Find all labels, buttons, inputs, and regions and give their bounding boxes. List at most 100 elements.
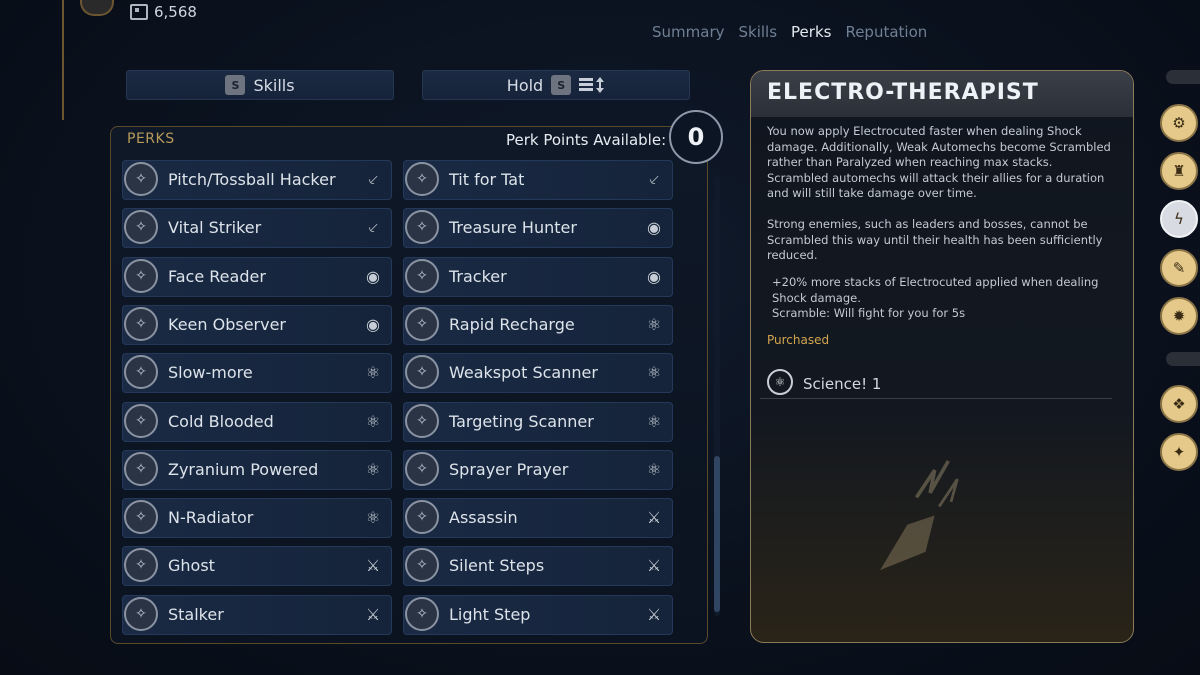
perk-item[interactable]: ✧ Rapid Recharge ⚛ xyxy=(403,304,673,345)
perk-item[interactable]: ✧ Ghost ⚔ xyxy=(122,546,392,587)
sneak-icon: ⚔ xyxy=(646,508,662,528)
tab-perks[interactable]: Perks xyxy=(791,23,831,41)
key-hint-s: S xyxy=(225,75,246,95)
face-icon: ✧ xyxy=(124,258,158,293)
stalker-icon: ✧ xyxy=(124,596,158,631)
perk-item[interactable]: ✧ Sprayer Prayer ⚛ xyxy=(403,449,673,490)
perk-name: N-Radiator xyxy=(168,508,254,528)
hack-icon: ✧ xyxy=(124,162,158,196)
skills-button-label: Skills xyxy=(253,75,295,95)
tab-bar: Summary Skills Perks Reputation xyxy=(652,23,927,41)
slow-icon: ✧ xyxy=(124,355,158,390)
eye-icon: ◉ xyxy=(366,314,380,334)
rail-gear-icon[interactable]: ✹ xyxy=(1160,297,1198,335)
rail-book-icon[interactable]: ❖ xyxy=(1160,385,1198,423)
target-icon: ✧ xyxy=(405,403,439,438)
atom-icon: ⚛ xyxy=(365,459,381,479)
perk-item[interactable]: ✧ Vital Striker ⸔ xyxy=(122,208,392,249)
perk-name: Assassin xyxy=(449,508,518,528)
eye-icon: ◉ xyxy=(647,266,661,286)
eye-icon: ◉ xyxy=(647,218,661,238)
hold-sort-button[interactable]: Hold S xyxy=(422,70,690,100)
eye-icon: ◉ xyxy=(366,266,380,286)
perk-item[interactable]: ✧ Slow-more ⚛ xyxy=(122,353,392,394)
skills-button[interactable]: S Skills xyxy=(126,70,394,100)
chest-icon: ✧ xyxy=(405,210,439,245)
atom-icon: ⚛ xyxy=(365,411,381,431)
perk-item[interactable]: ✧ Targeting Scanner ⚛ xyxy=(403,401,673,442)
atom-icon: ⚛ xyxy=(646,411,662,431)
currency-icon xyxy=(130,4,148,20)
perk-item[interactable]: ✧ Cold Blooded ⚛ xyxy=(122,401,392,442)
perk-item[interactable]: ✧ Light Step ⚔ xyxy=(403,594,673,635)
compass-icon: ✧ xyxy=(124,306,158,341)
rail-tool-icon[interactable]: ✎ xyxy=(1160,249,1198,287)
perk-item[interactable]: ✧ Pitch/Tossball Hacker ⸔ xyxy=(122,160,392,200)
perk-item[interactable]: ✧ Stalker ⚔ xyxy=(122,594,392,635)
strike-icon: ✧ xyxy=(124,210,158,245)
rail-electro-icon[interactable]: ϟ xyxy=(1160,200,1198,238)
perk-name: Ghost xyxy=(168,556,215,576)
perk-points-counter: 0 xyxy=(669,110,723,164)
cold-icon: ✧ xyxy=(124,403,158,438)
currency-display: 6,568 xyxy=(130,3,197,21)
ghost-icon: ✧ xyxy=(124,548,158,583)
perk-name: Cold Blooded xyxy=(168,411,274,431)
scrollbar-thumb[interactable] xyxy=(714,456,720,612)
steps-icon: ✧ xyxy=(405,548,439,583)
purchase-status: Purchased xyxy=(767,333,830,347)
tab-skills[interactable]: Skills xyxy=(739,23,778,41)
perk-name: Pitch/Tossball Hacker xyxy=(168,170,336,189)
atom-icon: ⚛ xyxy=(365,508,381,528)
perks-header: PERKS xyxy=(127,131,175,147)
perk-item[interactable]: ✧ Face Reader ◉ xyxy=(122,256,392,297)
atom-icon: ⚛ xyxy=(646,314,662,334)
sort-icon xyxy=(579,77,605,93)
detail-description: You now apply Electrocuted faster when d… xyxy=(767,124,1111,200)
perk-item[interactable]: ✧ Zyranium Powered ⚛ xyxy=(122,449,392,490)
perk-name: Light Step xyxy=(449,604,531,624)
tit-icon: ✧ xyxy=(405,162,439,196)
rail-ornament xyxy=(1166,70,1200,84)
rail-robot-icon[interactable]: ⚙ xyxy=(1160,104,1198,142)
sprayer-icon: ✧ xyxy=(405,451,439,486)
rail-automech-icon[interactable]: ♜ xyxy=(1160,152,1198,190)
perk-item[interactable]: ✧ Tracker ◉ xyxy=(403,256,673,297)
radiator-icon: ✧ xyxy=(124,500,158,535)
perk-points-label: Perk Points Available: xyxy=(506,131,667,149)
perk-name: Stalker xyxy=(168,604,224,624)
perk-name: Slow-more xyxy=(168,363,253,383)
perk-name: Vital Striker xyxy=(168,218,262,238)
perk-name: Targeting Scanner xyxy=(449,411,594,431)
perk-item[interactable]: ✧ Assassin ⚔ xyxy=(403,498,673,539)
tab-reputation[interactable]: Reputation xyxy=(845,23,927,41)
perk-name: Silent Steps xyxy=(449,556,545,576)
sneak-icon: ⚔ xyxy=(365,604,381,624)
perk-name: Face Reader xyxy=(168,266,266,286)
perk-art-icon xyxy=(880,460,959,571)
perk-item[interactable]: ✧ Tit for Tat ⸔ xyxy=(403,160,673,200)
perk-item[interactable]: ✧ Silent Steps ⚔ xyxy=(403,546,673,587)
key-hint-s: S xyxy=(551,75,572,95)
scythe-icon: ⸔ xyxy=(647,170,660,189)
science-icon: ⚛ xyxy=(767,369,793,395)
detail-stats: +20% more stacks of Electrocuted applied… xyxy=(772,275,1099,320)
atom-icon: ⚛ xyxy=(646,459,662,479)
perk-item[interactable]: ✧ Weakspot Scanner ⚛ xyxy=(403,353,673,394)
rail-runner-icon[interactable]: ✦ xyxy=(1160,433,1198,471)
perk-name: Rapid Recharge xyxy=(449,314,575,334)
frame-ornament xyxy=(80,0,114,16)
requirement-text: Science! 1 xyxy=(803,375,882,393)
perk-item[interactable]: ✧ Treasure Hunter ◉ xyxy=(403,208,673,249)
frame-ornament xyxy=(62,0,64,120)
perk-item[interactable]: ✧ Keen Observer ◉ xyxy=(122,304,392,345)
perk-item[interactable]: ✧ N-Radiator ⚛ xyxy=(122,498,392,539)
tab-summary[interactable]: Summary xyxy=(652,23,725,41)
lightstep-icon: ✧ xyxy=(405,596,439,631)
sneak-icon: ⚔ xyxy=(646,556,662,576)
scythe-icon: ⸔ xyxy=(366,170,379,189)
scythe-icon: ⸔ xyxy=(366,218,379,238)
atom-icon: ⚛ xyxy=(646,363,662,383)
scanner-icon: ✧ xyxy=(405,355,439,390)
currency-amount: 6,568 xyxy=(154,3,197,21)
